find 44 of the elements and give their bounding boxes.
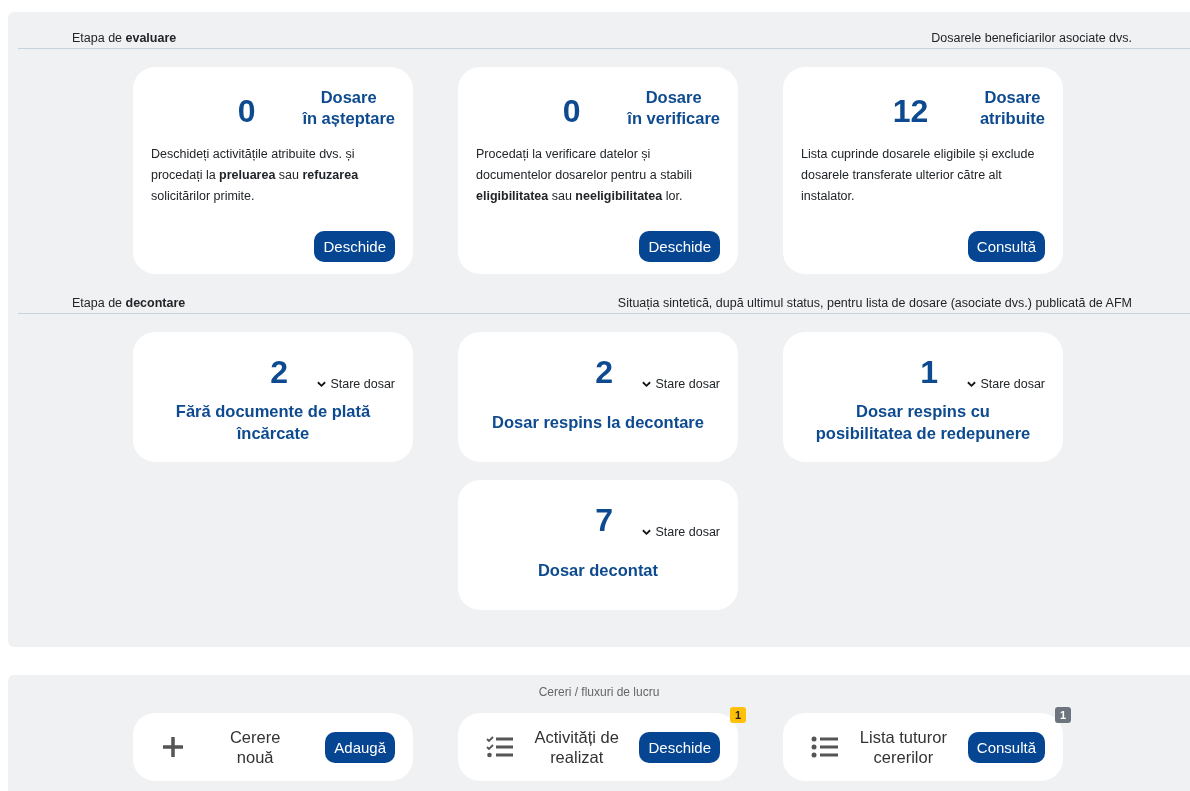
card-title: Dosare în așteptare xyxy=(302,87,395,129)
section-label: Etapa de evaluare xyxy=(72,31,177,45)
count-badge: 1 xyxy=(1054,707,1071,723)
chevron-icon xyxy=(642,528,652,536)
action-button[interactable]: Adaugă xyxy=(325,731,395,763)
card-title: Dosar respins cu posibilitatea de redepunere xyxy=(815,400,1031,444)
card-description: Procedați la verificare datelor și documentelor dosarelor pentru a stabili eligibilitatea sau neeligibilitatea lor. xyxy=(476,146,694,205)
open-button[interactable]: Deschide xyxy=(639,231,720,262)
open-button[interactable]: Deschide xyxy=(314,231,395,262)
count: 12 xyxy=(891,92,930,130)
card-title: Dosare în verificare xyxy=(627,87,720,129)
action-button[interactable]: Consultă xyxy=(967,731,1045,763)
card-description: Deschideți activitățile atribuite dvs. și procedați la preluarea sau refuzarea solicitărilor primite. xyxy=(151,146,360,205)
section-note: Situația sintetică, după ultimul status, pentru lista de dosare (asociate dvs.) publicată de AFM xyxy=(617,296,1132,310)
list-icon xyxy=(811,735,839,759)
count: 1 xyxy=(919,354,940,391)
count: 2 xyxy=(594,354,615,391)
card-description: Lista cuprinde dosarele eligibile și exclude dosarele transferate ulterior către alt instalator. xyxy=(801,146,1036,205)
status-dropdown[interactable]: Stare dosar xyxy=(967,377,1045,391)
card-title: Fără documente de plată încărcate xyxy=(175,400,371,444)
workflow-label: Activități de realizat xyxy=(533,727,620,767)
chevron-icon xyxy=(967,380,977,388)
count: 0 xyxy=(561,92,582,130)
card-title: Dosar decontat xyxy=(537,559,659,581)
status-dropdown[interactable]: Stare dosar xyxy=(642,377,720,391)
card-title: Dosar respins la decontare xyxy=(492,411,704,433)
chevron-icon xyxy=(642,380,652,388)
count-badge: 1 xyxy=(729,707,746,723)
count: 7 xyxy=(594,502,615,539)
action-button[interactable]: Deschide xyxy=(639,731,720,763)
workflow-label: Cerere nouă xyxy=(228,727,282,767)
status-dropdown[interactable]: Stare dosar xyxy=(317,377,395,391)
card-title: Dosare atribuite xyxy=(979,87,1045,129)
status-dropdown[interactable]: Stare dosar xyxy=(642,525,720,539)
open-button[interactable]: Consultă xyxy=(967,231,1045,262)
count: 0 xyxy=(236,92,257,130)
section-label: Etapa de decontare xyxy=(72,296,186,310)
count: 2 xyxy=(269,354,290,391)
chevron-icon xyxy=(317,380,327,388)
checklist-icon xyxy=(486,735,514,759)
section-title: Cereri / fluxuri de lucru xyxy=(537,685,661,699)
plus-icon xyxy=(161,735,185,759)
section-note: Dosarele beneficiarilor asociate dvs. xyxy=(931,31,1132,45)
workflow-label: Lista tuturor cererilor xyxy=(858,727,948,767)
